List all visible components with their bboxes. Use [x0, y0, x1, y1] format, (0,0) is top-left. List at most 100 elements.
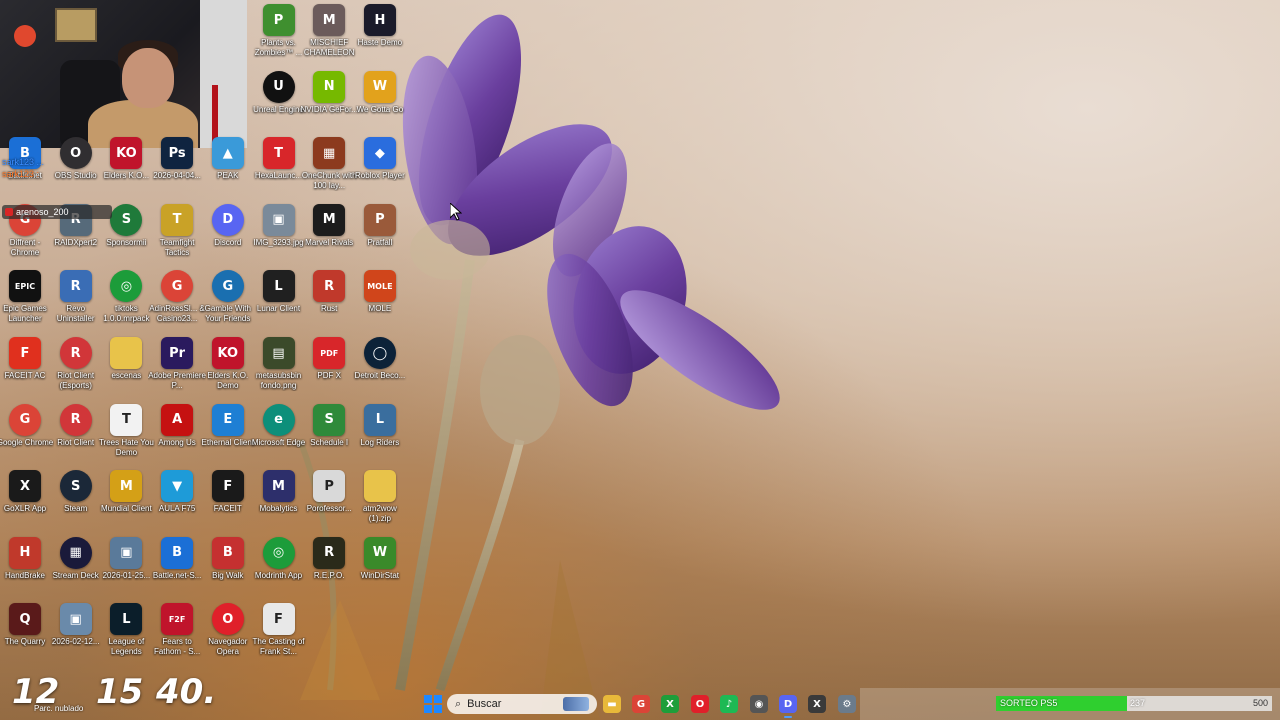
desktop-icon[interactable]: escenas — [101, 337, 151, 403]
xbox-taskbar-icon[interactable]: X — [661, 695, 679, 713]
desktop-icon[interactable]: R Revo Uninstaller — [51, 270, 101, 336]
discord-taskbar-icon[interactable]: D — [779, 695, 797, 718]
desktop-icon[interactable]: R Rust — [304, 270, 354, 336]
desktop-icon[interactable]: B Big Walk — [203, 536, 253, 603]
desktop-icon[interactable]: ▣ 2026-01-25... — [101, 536, 151, 603]
repo-icon: R — [313, 536, 346, 569]
tft-icon: T — [161, 203, 194, 236]
desktop-icon[interactable]: Ps 2026-04-04... — [152, 137, 202, 203]
giveaway-goal: 500 — [1252, 698, 1268, 708]
taskbar-search[interactable]: ⌕ Buscar — [447, 694, 597, 714]
desktop-icon-label: We Gotta Go — [356, 104, 404, 114]
desktop-icon[interactable]: ▦ Stream Deck — [51, 536, 101, 603]
desktop-icon[interactable]: KO Elders K.O... — [101, 137, 151, 203]
desktop-icon[interactable]: L Lunar Client — [254, 270, 304, 336]
desktop-icon[interactable]: ◆ Roblox Player — [355, 137, 405, 203]
desktop-icon[interactable]: F FACEIT — [203, 470, 253, 536]
desktop-icon-label: Pratfall — [367, 237, 393, 247]
desktop-icon-label: Elders K.O... — [103, 171, 150, 181]
desktop-icon[interactable]: ▼ AULA F75 — [152, 470, 202, 536]
desktop-icon[interactable]: R Riot Client (Esports) — [51, 337, 101, 403]
edge-icon: e — [262, 403, 295, 436]
desktop-icon[interactable]: ▲ PEAK — [203, 137, 253, 203]
desktop-icon[interactable]: MOLE MOLE — [355, 270, 405, 336]
desktop-icon[interactable]: Pr Adobe Premiere P... — [148, 337, 206, 403]
unreal-engine-icon: U — [262, 70, 295, 103]
desktop-icon[interactable]: T Teamfight Tactics — [152, 203, 202, 270]
desktop-icon[interactable]: D Discord — [203, 203, 253, 270]
desktop-icon[interactable]: U Unreal Engine — [253, 70, 304, 137]
folder-icon — [110, 337, 143, 369]
desktop-icon[interactable]: E Ethernal Client — [202, 403, 254, 470]
desktop-icon[interactable]: S Steam — [51, 470, 101, 536]
desktop-icon[interactable]: KO Elders K.O. Demo — [203, 337, 253, 403]
search-placeholder: Buscar — [467, 698, 502, 710]
desktop-icon[interactable]: Q The Quarry — [0, 603, 50, 669]
desktop-icon[interactable]: M Mobalytics — [254, 470, 304, 536]
desktop-icon-label: AdinRossSl... & Casino23... — [149, 304, 205, 324]
spotify-taskbar-icon[interactable]: ♪ — [720, 695, 738, 713]
desktop-icon[interactable]: F2F Fears to Fathom - S... — [152, 603, 202, 669]
desktop-icon[interactable]: G Gamble With Your Friends — [203, 270, 253, 336]
giveaway-current: 237 — [1130, 698, 1146, 708]
desktop-icon[interactable]: S Schedule I — [304, 403, 354, 470]
desktop-icon[interactable]: H Haste Demo — [355, 4, 405, 70]
desktop-icon[interactable]: P Plants vs. Zombies™ ... — [254, 4, 304, 70]
file-explorer-icon[interactable]: ▬ — [603, 695, 621, 713]
desktop-icon[interactable]: ▤ metasubsbin fondo.png — [254, 337, 304, 403]
league-icon: L — [110, 603, 143, 636]
webcam-overlay — [0, 0, 247, 148]
revo-icon: R — [59, 270, 92, 303]
desktop-icon[interactable]: M Mundial Client — [101, 470, 152, 536]
desktop-icon[interactable]: F FACEIT AC — [0, 337, 50, 403]
desktop-icon[interactable]: EPIC Epic Games Launcher — [0, 270, 50, 336]
steam-icon: S — [59, 470, 92, 503]
desktop-icon[interactable]: R R.E.P.O. — [304, 536, 354, 603]
desktop-icon[interactable]: H HandBrake — [0, 536, 50, 603]
clock-weather-widget[interactable]: 12 15 40. Parc. nublado — [12, 672, 222, 713]
desktop-icon[interactable]: X GoXLR App — [0, 470, 50, 536]
desktop-icon[interactable]: O Navegador Opera — [203, 603, 253, 669]
desktop-icon[interactable]: T HexaLaunc... — [254, 137, 304, 203]
desktop-icon[interactable]: ▦ OneChunk with 100 lay... — [302, 137, 357, 203]
obs-taskbar-icon[interactable]: ◉ — [750, 695, 768, 713]
start-button[interactable] — [424, 695, 442, 713]
desktop-icon[interactable]: P Porofessor... — [304, 470, 354, 536]
goxlr-taskbar-icon[interactable]: X — [808, 695, 826, 713]
chat-message: sark123 ... — [2, 157, 45, 167]
desktop-icon-label: 2026-02-12... — [51, 637, 100, 647]
zip-folder-icon — [363, 470, 396, 503]
opera-taskbar-icon[interactable]: O — [691, 695, 709, 713]
desktop-icon[interactable]: e Microsoft Edge — [252, 403, 305, 470]
desktop-icon[interactable]: G Google Chrome — [0, 403, 53, 470]
giveaway-name: SORTEO PS5 — [1000, 698, 1058, 708]
streamer-head — [122, 48, 174, 108]
desktop-icon[interactable]: PDF PDF X — [304, 337, 354, 403]
desktop-icon[interactable]: ◎ Modrinth App — [254, 536, 304, 603]
desktop-icon[interactable]: M Marvel Rivals — [304, 203, 354, 270]
desktop-icon[interactable]: F The Casting of Frank St... — [252, 603, 305, 669]
wall-sticker — [14, 25, 36, 47]
desktop-icon-label: WinDirStat — [360, 570, 399, 580]
desktop-icon[interactable]: N NVIDIA GeFor... — [301, 70, 358, 137]
desktop-icon[interactable]: T Trees Hate You Demo — [99, 403, 154, 470]
desktop-icon[interactable]: atm2wow (1).zip — [355, 470, 405, 536]
desktop-icon[interactable]: B Battle.net-S... — [152, 536, 202, 603]
desktop-icon-label: Discord — [214, 237, 242, 247]
chrome-taskbar-icon[interactable]: G — [632, 695, 650, 713]
desktop-icon[interactable]: ◎ tiktoks 1.0.0.mrpack — [101, 270, 151, 336]
desktop-icon[interactable]: P Pratfall — [355, 203, 405, 270]
desktop-icon[interactable]: L League of Legends — [101, 603, 151, 669]
desktop-icon[interactable]: M MISCHIEF CHAMELEON — [304, 4, 355, 70]
settings-taskbar-icon[interactable]: ⚙ — [838, 695, 856, 713]
desktop-icon[interactable]: A Among Us — [152, 403, 202, 470]
desktop-icon[interactable]: ◯ Detroit Beco... — [355, 337, 405, 403]
desktop-icon[interactable]: G AdinRossSl... & Casino23... — [149, 270, 205, 336]
desktop-icon[interactable]: ▣ 2026-02-12... — [51, 603, 101, 669]
mouse-cursor-icon — [450, 203, 462, 221]
desktop-icon[interactable]: W We Gotta Go — [355, 70, 405, 137]
desktop-icon[interactable]: R Riot Client — [51, 403, 101, 470]
desktop-icon[interactable]: W WinDirStat — [355, 536, 405, 603]
desktop-icon[interactable]: ▣ IMG_3293.jpg — [253, 203, 304, 270]
desktop-icon[interactable]: L Log Riders — [355, 403, 405, 470]
